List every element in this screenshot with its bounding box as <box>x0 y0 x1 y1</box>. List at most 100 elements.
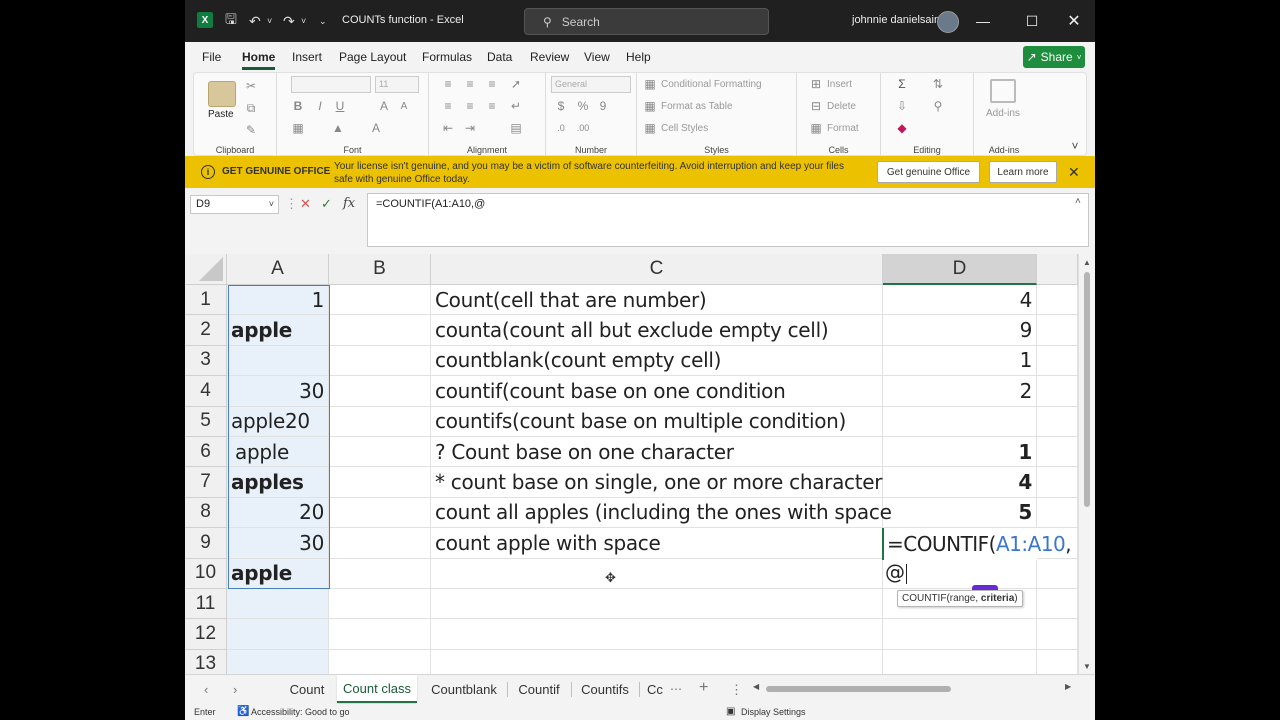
sheet-tab-count[interactable]: Count <box>281 675 333 703</box>
tab-home[interactable]: Home <box>242 50 276 70</box>
borders-icon[interactable]: ▦ <box>291 121 305 135</box>
cell-styles-button[interactable]: Cell Styles <box>661 123 708 134</box>
cell-a9[interactable]: 30 <box>227 528 329 559</box>
cell-d3[interactable]: 1 <box>883 345 1037 377</box>
underline-icon[interactable]: U <box>333 99 347 113</box>
cell-a7[interactable]: apples <box>227 467 329 498</box>
minimize-icon[interactable]: — <box>971 10 995 32</box>
cell-d4[interactable]: 2 <box>883 376 1037 407</box>
sheet-tab-count-class[interactable]: Count class <box>337 675 417 703</box>
cell-b12[interactable] <box>329 619 431 650</box>
tab-data[interactable]: Data <box>487 50 512 64</box>
decrease-font-icon[interactable]: A <box>397 99 411 113</box>
cell-b10[interactable] <box>329 558 431 589</box>
format-as-table-button[interactable]: Format as Table <box>661 101 733 112</box>
column-header-a[interactable]: A <box>227 254 329 285</box>
expand-formula-icon[interactable]: ˄ <box>1075 196 1081 207</box>
cell-e7[interactable] <box>1037 467 1078 498</box>
insert-cells-button[interactable]: Insert <box>827 79 852 90</box>
insert-function-icon[interactable]: fx <box>343 196 355 211</box>
cell-e1[interactable] <box>1037 285 1078 316</box>
cell-c5[interactable]: countifs(count base on multiple conditio… <box>431 406 883 437</box>
scroll-down-icon[interactable]: ▼ <box>1083 662 1091 671</box>
conditional-formatting-button[interactable]: Conditional Formatting <box>661 79 762 90</box>
align-top-icon[interactable]: ≡ <box>441 77 455 91</box>
format-cells-button[interactable]: Format <box>827 123 859 134</box>
cell-e3[interactable] <box>1037 345 1078 377</box>
avatar[interactable] <box>937 11 959 33</box>
cell-c6[interactable]: ? Count base on one character <box>431 437 883 468</box>
row-header-12[interactable]: 12 <box>185 619 227 650</box>
cell-d5[interactable] <box>883 406 1037 437</box>
row-header-10[interactable]: 10 <box>185 558 227 589</box>
cell-c9[interactable]: count apple with space <box>431 528 883 559</box>
addins-button[interactable]: Add-ins <box>986 108 1020 119</box>
tab-formulas[interactable]: Formulas <box>422 50 472 64</box>
cell-a4[interactable]: 30 <box>227 376 329 407</box>
redo-icon[interactable]: ↷ <box>283 11 295 31</box>
horizontal-scrollbar[interactable]: ◀ ▶ <box>753 682 1073 695</box>
cell-a1[interactable]: 1 <box>227 285 329 316</box>
align-left-icon[interactable]: ≡ <box>441 99 455 113</box>
save-icon[interactable]: 🖫 <box>225 11 237 31</box>
cell-b8[interactable] <box>329 497 431 529</box>
fill-icon[interactable]: ⇩ <box>895 99 909 113</box>
function-tooltip[interactable]: COUNTIF(range, criteria) <box>897 590 1023 607</box>
active-cell-editor-line2[interactable]: @ <box>885 560 907 584</box>
wrap-text-icon[interactable]: ↵ <box>509 99 523 113</box>
cell-d8[interactable]: 5 <box>883 497 1037 529</box>
cell-a11[interactable] <box>227 589 329 620</box>
cell-d2[interactable]: 9 <box>883 315 1037 346</box>
row-header-7[interactable]: 7 <box>185 467 227 498</box>
cell-c11[interactable] <box>431 589 883 620</box>
cell-e11[interactable] <box>1037 589 1078 620</box>
paste-button[interactable]: Paste <box>208 109 234 120</box>
scroll-left-icon[interactable]: ◀ <box>753 682 759 691</box>
cancel-icon[interactable]: ✕ <box>300 196 311 212</box>
tab-view[interactable]: View <box>584 50 610 64</box>
cell-c4[interactable]: countif(count base on one condition <box>431 376 883 407</box>
maximize-icon[interactable]: ☐ <box>1020 10 1044 32</box>
redo-dropdown-icon[interactable]: ˅ <box>301 11 306 31</box>
merge-center-icon[interactable]: ▤ <box>509 121 523 135</box>
find-select-icon[interactable]: ⚲ <box>931 99 945 113</box>
column-header-c[interactable]: C <box>431 254 883 285</box>
align-bottom-icon[interactable]: ≡ <box>485 77 499 91</box>
cell-b2[interactable] <box>329 315 431 346</box>
sheet-tab-countif[interactable]: Countif <box>511 675 567 703</box>
format-painter-icon[interactable]: ✎ <box>244 123 258 137</box>
increase-indent-icon[interactable]: ⇥ <box>463 121 477 135</box>
cell-e8[interactable] <box>1037 497 1078 529</box>
close-banner-icon[interactable]: ✕ <box>1068 164 1080 181</box>
sheet-tab-cc[interactable]: Cc <box>643 675 667 703</box>
tab-review[interactable]: Review <box>530 50 569 64</box>
cell-b3[interactable] <box>329 345 431 377</box>
add-sheet-icon[interactable]: + <box>699 679 708 697</box>
row-header-5[interactable]: 5 <box>185 406 227 437</box>
bold-icon[interactable]: B <box>291 99 305 113</box>
cell-b5[interactable] <box>329 406 431 437</box>
decrease-decimal-icon[interactable]: .00 <box>576 121 590 135</box>
horizontal-scroll-thumb[interactable] <box>766 686 951 692</box>
cell-a12[interactable] <box>227 619 329 650</box>
cell-c2[interactable]: counta(count all but exclude empty cell) <box>431 315 883 346</box>
cell-a6[interactable]: apple <box>227 437 329 468</box>
row-header-6[interactable]: 6 <box>185 437 227 468</box>
cell-c8[interactable]: count all apples (including the ones wit… <box>431 497 892 529</box>
cell-e2[interactable] <box>1037 315 1078 346</box>
sheet-tab-countifs[interactable]: Countifs <box>575 675 635 703</box>
chevron-down-icon[interactable]: ˅ <box>269 196 274 213</box>
cell-a8[interactable]: 20 <box>227 497 329 529</box>
worksheet-grid[interactable]: A B C D 1 1 Count(cell that are number) 4 2 a… <box>185 254 1095 681</box>
align-right-icon[interactable]: ≡ <box>485 99 499 113</box>
name-box[interactable]: D9 ˅ <box>190 195 279 214</box>
cell-c3[interactable]: countblank(count empty cell) <box>431 345 883 377</box>
cell-d6[interactable]: 1 <box>883 437 1037 468</box>
row-header-3[interactable]: 3 <box>185 345 227 377</box>
user-name[interactable]: johnnie danielsaint <box>852 14 943 26</box>
cell-b4[interactable] <box>329 376 431 407</box>
vertical-scroll-thumb[interactable] <box>1084 272 1090 507</box>
column-header-e[interactable] <box>1037 254 1078 285</box>
cut-icon[interactable]: ✂ <box>244 79 258 93</box>
addins-icon[interactable] <box>990 79 1016 103</box>
